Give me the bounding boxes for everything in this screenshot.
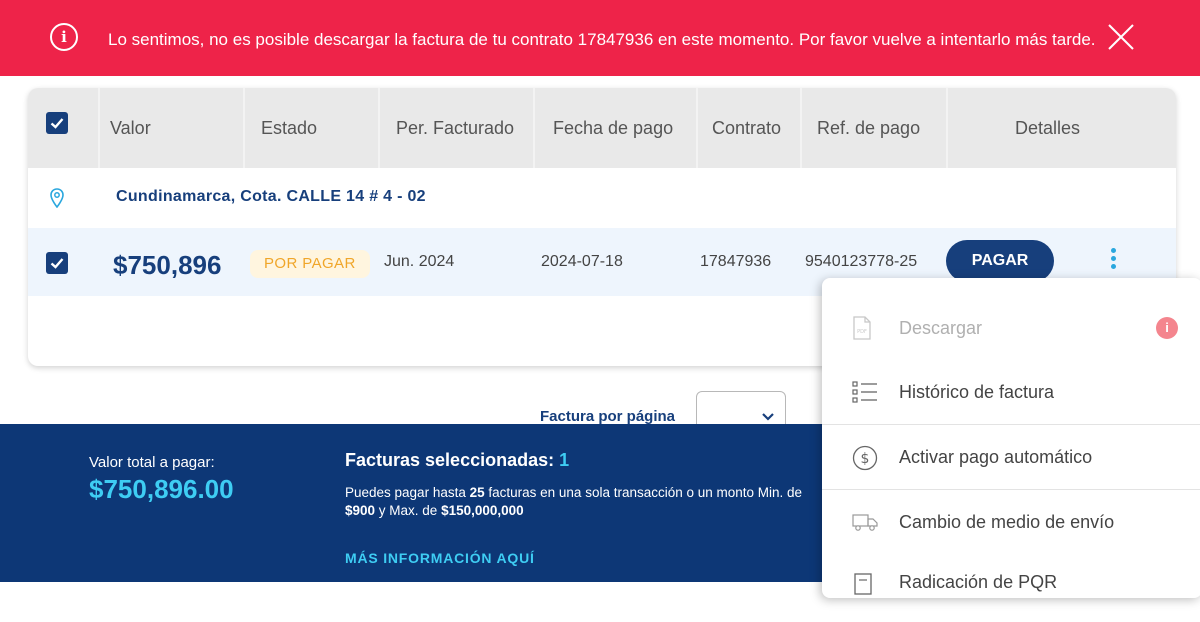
- info-icon: i: [50, 23, 78, 51]
- status-badge: POR PAGAR: [250, 250, 370, 278]
- chevron-down-icon: [762, 413, 774, 421]
- column-divider: [946, 88, 948, 168]
- header-periodo: Per. Facturado: [396, 118, 515, 138]
- more-info-link[interactable]: MÁS INFORMACIÓN AQUÍ: [345, 550, 535, 566]
- table-header: Valor Estado Per. Facturado Fecha de pag…: [28, 88, 1176, 168]
- total-value: $750,896.00: [89, 474, 234, 504]
- selected-bills-label: Facturas seleccionadas:: [345, 450, 555, 470]
- menu-item-descargar[interactable]: PDF Descargar i: [822, 296, 1200, 360]
- max-amount: $150,000,000: [441, 503, 524, 518]
- menu-item-label: Activar pago automático: [899, 447, 1093, 467]
- column-divider: [98, 88, 100, 168]
- header-ref: Ref. de pago: [817, 118, 921, 138]
- error-message: Lo sentimos, no es posible descargar la …: [108, 30, 1096, 49]
- payment-reference: 9540123778-25: [805, 253, 918, 270]
- header-estado: Estado: [261, 118, 318, 138]
- billing-period: Jun. 2024: [384, 253, 455, 270]
- menu-item-medio-envio[interactable]: Cambio de medio de envío: [822, 490, 1200, 554]
- dollar-circle-icon: $: [852, 445, 878, 471]
- column-divider: [696, 88, 698, 168]
- details-menu: PDF Descargar i Histórico de factura $ A…: [822, 278, 1200, 598]
- menu-item-label: Cambio de medio de envío: [899, 512, 1115, 532]
- column-divider: [378, 88, 380, 168]
- location-pin-icon: [50, 188, 64, 208]
- check-icon: [50, 118, 64, 129]
- info-text: y Max. de: [375, 503, 442, 518]
- header-detalles: Detalles: [1015, 118, 1081, 138]
- header-valor: Valor: [110, 118, 151, 138]
- svg-text:$: $: [861, 451, 870, 467]
- check-icon: [50, 258, 64, 269]
- info-text: Puedes pagar hasta: [345, 485, 470, 500]
- menu-item-pago-automatico[interactable]: $ Activar pago automático: [822, 425, 1200, 489]
- column-divider: [533, 88, 535, 168]
- info-text: facturas en una sola transacción o un mo…: [484, 485, 803, 500]
- column-divider: [243, 88, 245, 168]
- row-checkbox[interactable]: [46, 252, 68, 274]
- column-divider: [800, 88, 802, 168]
- truck-icon: [852, 514, 878, 531]
- menu-item-radicacion-pqr[interactable]: Radicación de PQR: [822, 558, 1200, 622]
- selected-bills-title: Facturas seleccionadas: 1: [345, 450, 569, 471]
- contract-number: 17847936: [700, 253, 772, 270]
- payment-date: 2024-07-18: [541, 253, 623, 270]
- svg-text:PDF: PDF: [857, 329, 867, 335]
- payment-limits-info: Puedes pagar hasta 25 facturas en una so…: [345, 484, 825, 520]
- total-label: Valor total a pagar:: [89, 454, 215, 471]
- more-options-icon[interactable]: [1106, 248, 1120, 276]
- bill-amount: $750,896: [113, 250, 222, 280]
- info-icon[interactable]: i: [1156, 317, 1178, 339]
- header-fecha: Fecha de pago: [553, 118, 674, 138]
- select-all-checkbox[interactable]: [46, 112, 68, 134]
- pagination-label: Factura por página: [540, 408, 676, 425]
- max-bills: 25: [469, 485, 485, 500]
- location-row: Cundinamarca, Cota. CALLE 14 # 4 - 02: [28, 168, 1176, 226]
- location-address: Cundinamarca, Cota. CALLE 14 # 4 - 02: [116, 188, 426, 205]
- menu-item-label: Histórico de factura: [899, 382, 1055, 402]
- menu-item-label: Radicación de PQR: [899, 572, 1058, 592]
- menu-item-label: Descargar: [899, 318, 983, 338]
- pay-button[interactable]: PAGAR: [946, 240, 1054, 282]
- menu-item-historico[interactable]: Histórico de factura: [822, 360, 1200, 424]
- error-banner: i Lo sentimos, no es posible descargar l…: [0, 0, 1200, 76]
- list-icon: [852, 381, 877, 403]
- document-icon: [854, 573, 872, 595]
- header-contrato: Contrato: [712, 118, 782, 138]
- pdf-icon: PDF: [853, 316, 871, 340]
- min-amount: $900: [345, 503, 376, 518]
- close-icon[interactable]: [1106, 22, 1136, 52]
- selected-bills-count: 1: [559, 450, 570, 470]
